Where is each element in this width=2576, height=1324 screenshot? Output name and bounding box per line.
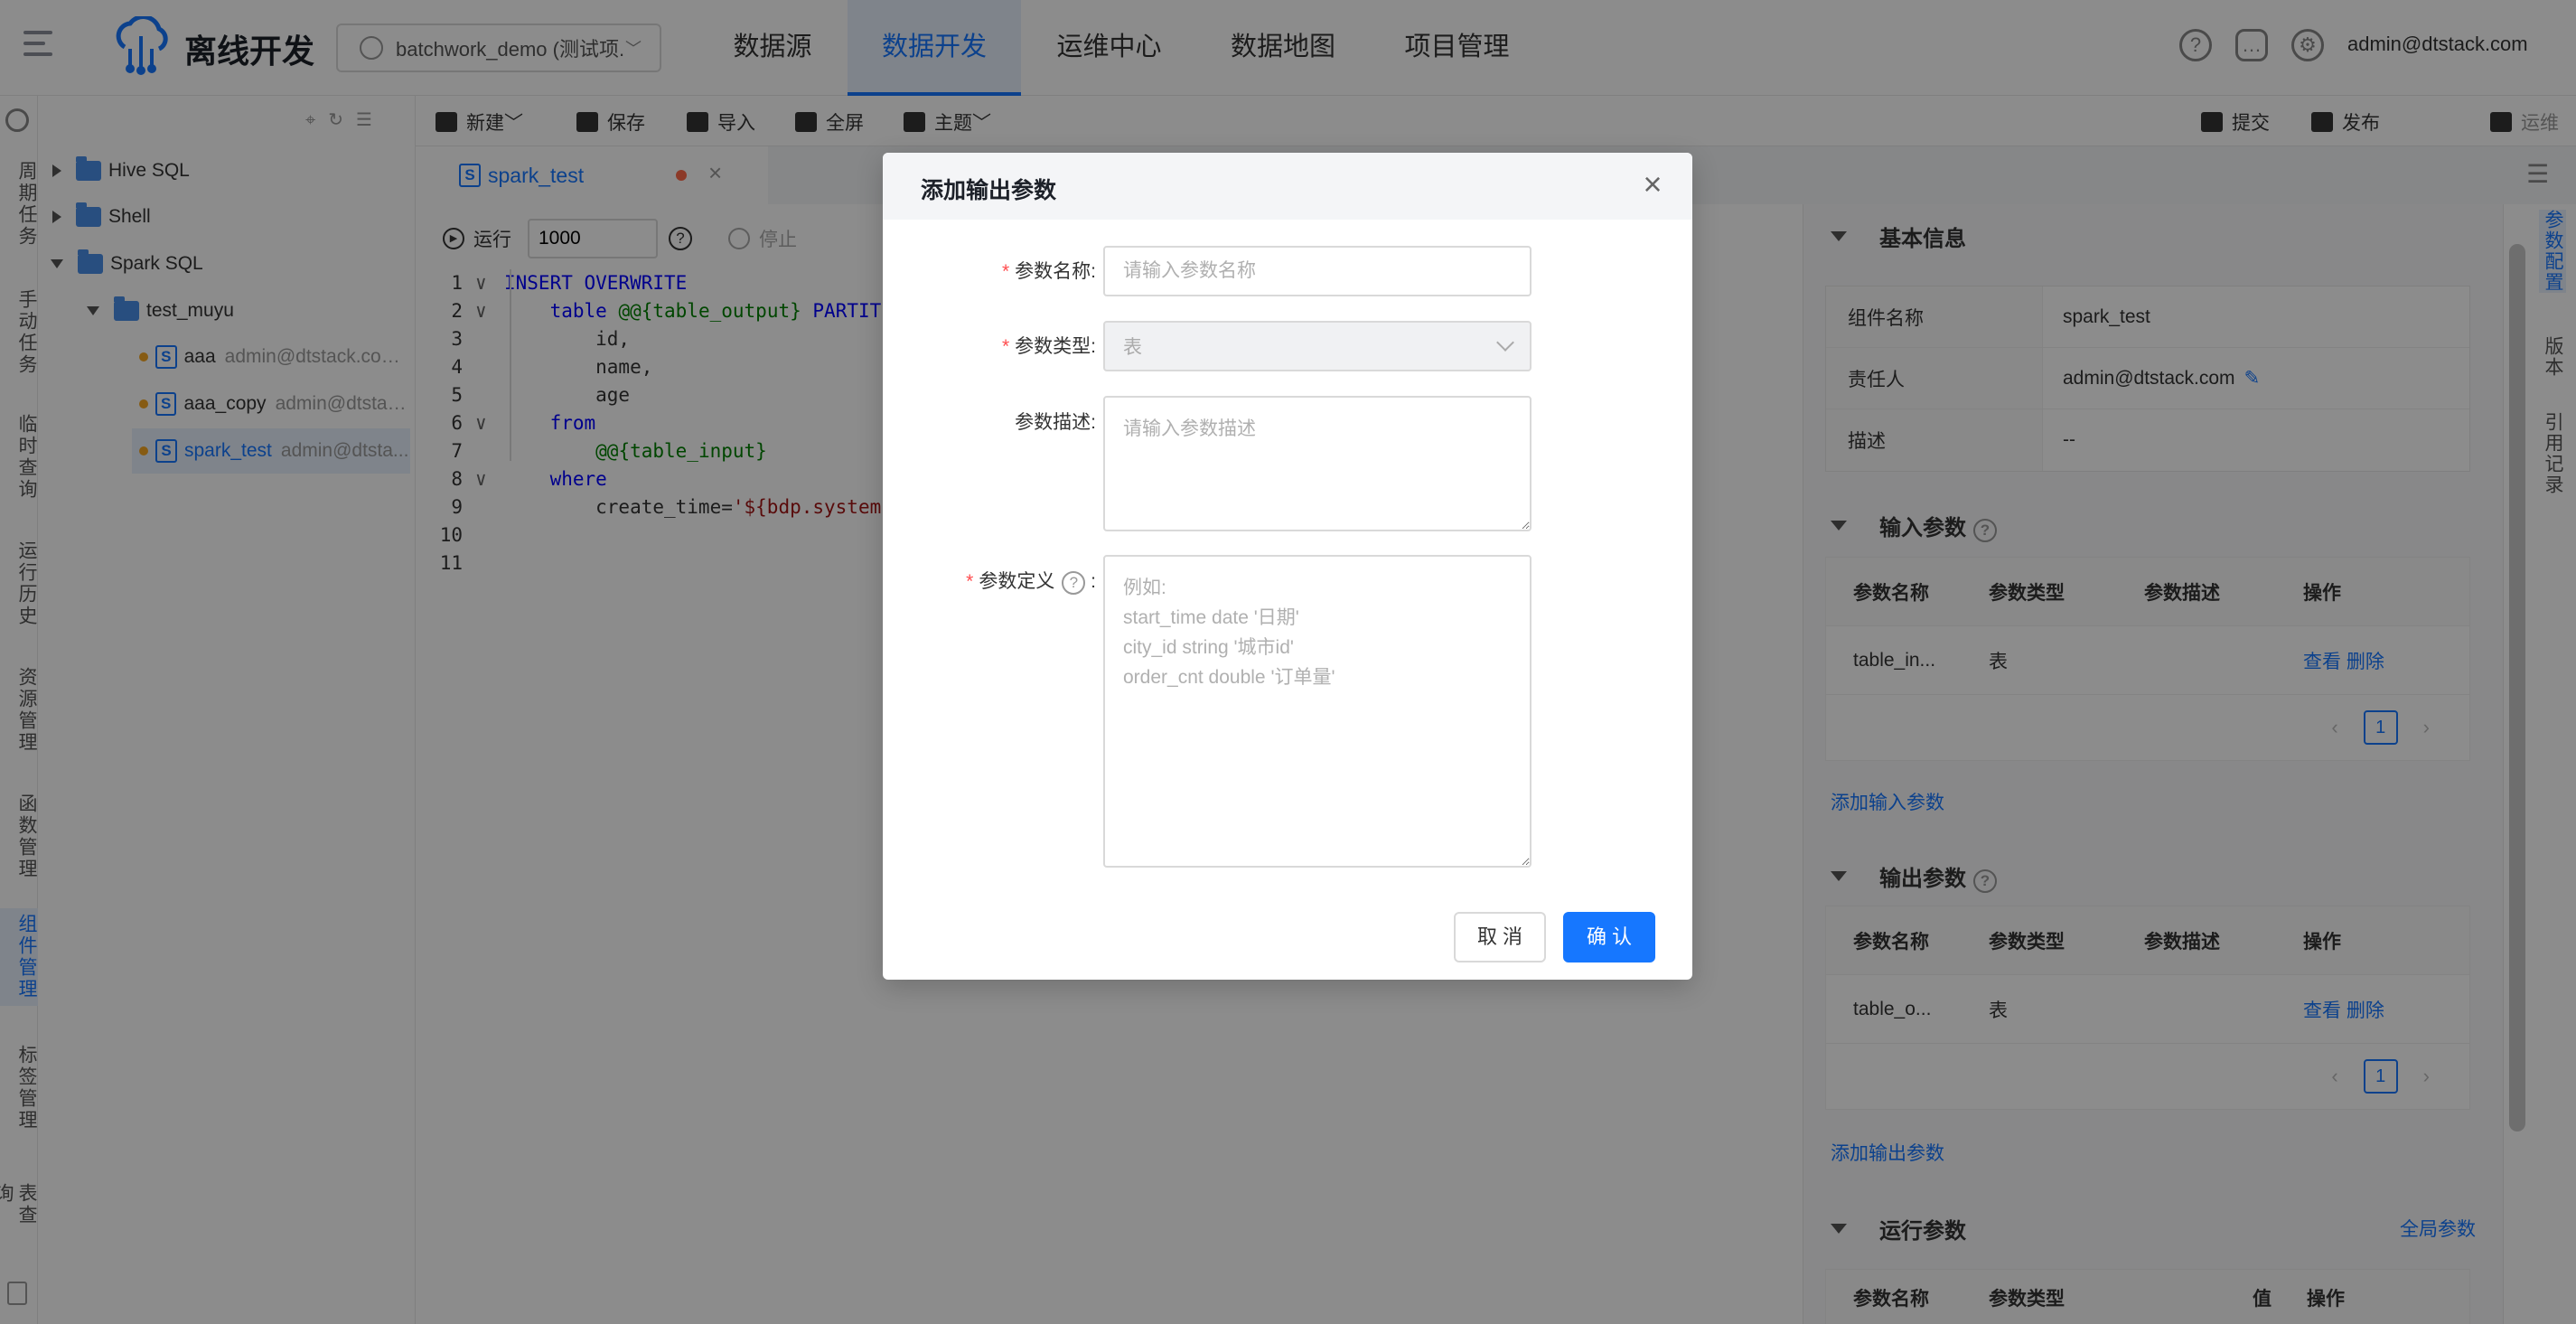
param-name-input[interactable] — [1103, 246, 1532, 296]
close-icon[interactable]: × — [1640, 168, 1665, 201]
param-desc-textarea[interactable] — [1103, 396, 1532, 531]
dialog-title: 添加输出参数 — [921, 178, 1057, 203]
add-output-param-dialog: 添加输出参数 × *参数名称: *参数类型: 表 参数描述: *参数定义? : … — [883, 153, 1692, 980]
param-name-label: * 参数名称: — [1001, 261, 1096, 282]
param-desc-label: 参数描述: — [1015, 412, 1096, 433]
chevron-down-icon — [1496, 333, 1514, 352]
param-def-textarea[interactable] — [1103, 555, 1532, 868]
cancel-button[interactable]: 取 消 — [1454, 912, 1546, 962]
param-type-label: * 参数类型: — [1001, 336, 1096, 357]
help-icon[interactable]: ? — [1062, 571, 1086, 595]
param-type-select[interactable]: 表 — [1103, 321, 1532, 371]
param-def-label: * 参数定义? : — [966, 567, 1096, 595]
confirm-button[interactable]: 确 认 — [1563, 912, 1655, 962]
